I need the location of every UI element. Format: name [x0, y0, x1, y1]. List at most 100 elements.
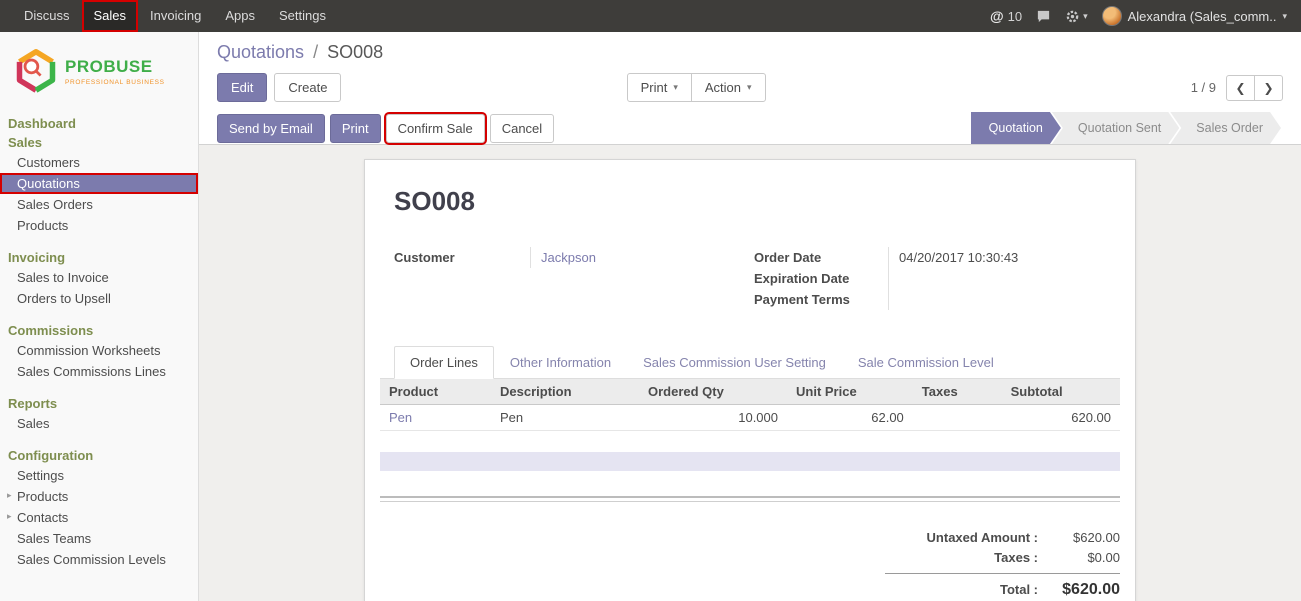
topnav-settings[interactable]: Settings [267, 0, 338, 32]
sidebar-section-commissions[interactable]: Commissions [0, 321, 198, 340]
notebook-tabs: Order Lines Other Information Sales Comm… [380, 346, 1120, 379]
user-menu[interactable]: Alexandra (Sales_comm.. ▾ [1102, 6, 1287, 26]
mention-count: 10 [1008, 9, 1022, 24]
sidebar-item-sales-orders[interactable]: Sales Orders [0, 194, 198, 215]
stage-quotation[interactable]: Quotation [971, 112, 1061, 144]
untaxed-amount-value: $620.00 [1038, 528, 1120, 548]
chevron-down-icon: ▾ [1083, 11, 1088, 22]
cell-product[interactable]: Pen [380, 405, 491, 431]
edit-button[interactable]: Edit [217, 73, 267, 102]
customer-value-link[interactable]: Jackpson [541, 247, 691, 268]
sidebar-section-sales[interactable]: Sales [0, 133, 198, 152]
field-groups: Customer Jackpson Order Date Expiration … [394, 247, 1114, 310]
sidebar-item-sales-teams[interactable]: Sales Teams [0, 528, 198, 549]
tab-sales-commission-user-setting[interactable]: Sales Commission User Setting [627, 346, 842, 379]
cell-ordered-qty: 10.000 [639, 405, 787, 431]
breadcrumb: Quotations / SO008 [217, 42, 1283, 63]
topnav-discuss[interactable]: Discuss [12, 0, 82, 32]
topnav-apps[interactable]: Apps [213, 0, 267, 32]
sidebar-item-reports-sales[interactable]: Sales [0, 413, 198, 434]
gear-icon [1065, 9, 1080, 24]
expiration-date-label: Expiration Date [754, 268, 888, 289]
sidebar-item-label: Contacts [17, 510, 68, 525]
stage-quotation-sent[interactable]: Quotation Sent [1052, 112, 1179, 144]
col-header-taxes: Taxes [913, 379, 1002, 405]
sidebar-item-commission-worksheets[interactable]: Commission Worksheets [0, 340, 198, 361]
statusbar-toolbar: Send by Email Print Confirm Sale Cancel … [199, 112, 1301, 145]
sidebar-section-dashboard[interactable]: Dashboard [0, 114, 198, 133]
user-name: Alexandra (Sales_comm.. [1128, 9, 1277, 24]
topbar-right: @ 10 ▾ Alexandra (Sales_comm.. ▾ [990, 0, 1301, 32]
sidebar-item-sales-to-invoice[interactable]: Sales to Invoice [0, 267, 198, 288]
sidebar-item-sales-commission-levels[interactable]: Sales Commission Levels [0, 549, 198, 570]
activity-menu[interactable]: ▾ [1065, 9, 1088, 24]
expand-arrow-icon: ▸ [7, 490, 12, 501]
field-group-left: Customer Jackpson [394, 247, 754, 310]
cancel-button[interactable]: Cancel [490, 114, 554, 143]
logo-subtitle: PROFESSIONAL BUSINESS [65, 79, 165, 86]
app-logo[interactable]: PROBUSE PROFESSIONAL BUSINESS [0, 32, 198, 114]
payment-terms-value [899, 289, 1049, 310]
order-lines-table: Product Description Ordered Qty Unit Pri… [380, 379, 1120, 431]
total-divider [885, 573, 1120, 574]
cell-taxes [913, 405, 1002, 431]
at-icon: @ [990, 8, 1004, 24]
col-header-product: Product [380, 379, 491, 405]
top-navbar: Discuss Sales Invoicing Apps Settings @ … [0, 0, 1301, 32]
col-header-description: Description [491, 379, 639, 405]
sidebar-item-config-settings[interactable]: Settings [0, 465, 198, 486]
logo-title: PROBUSE [65, 57, 165, 77]
print-button[interactable]: Print [330, 114, 381, 143]
stage-sales-order[interactable]: Sales Order [1170, 112, 1281, 144]
pager-counter: 1 / 9 [1191, 80, 1216, 95]
send-by-email-button[interactable]: Send by Email [217, 114, 325, 143]
table-header-row: Product Description Ordered Qty Unit Pri… [380, 379, 1120, 405]
pager: ❮ ❯ [1226, 75, 1283, 101]
breadcrumb-separator: / [309, 42, 322, 62]
sidebar-item-quotations[interactable]: Quotations [0, 173, 198, 194]
print-dropdown-button[interactable]: Print ▾ [627, 73, 692, 102]
statusbar: Quotation Quotation Sent Sales Order [971, 112, 1281, 144]
pager-previous-button[interactable]: ❮ [1226, 75, 1255, 101]
print-dropdown-label: Print [641, 81, 668, 94]
sidebar-section-invoicing[interactable]: Invoicing [0, 248, 198, 267]
confirm-sale-button[interactable]: Confirm Sale [386, 114, 485, 143]
pager-next-button[interactable]: ❯ [1254, 75, 1283, 101]
customer-label: Customer [394, 247, 530, 268]
sidebar-item-products[interactable]: Products [0, 215, 198, 236]
chevron-down-icon: ▾ [673, 83, 678, 92]
tab-other-information[interactable]: Other Information [494, 346, 627, 379]
sidebar-item-config-contacts[interactable]: ▸ Contacts [0, 507, 198, 528]
field-group-right: Order Date Expiration Date Payment Terms… [754, 247, 1114, 310]
mention-counter[interactable]: @ 10 [990, 8, 1022, 24]
sidebar-section-configuration[interactable]: Configuration [0, 446, 198, 465]
create-button[interactable]: Create [274, 73, 341, 102]
sidebar-section-reports[interactable]: Reports [0, 394, 198, 413]
page-title: SO008 [394, 186, 1120, 217]
topnav-invoicing[interactable]: Invoicing [138, 0, 213, 32]
breadcrumb-current: SO008 [327, 42, 383, 62]
sidebar-item-orders-to-upsell[interactable]: Orders to Upsell [0, 288, 198, 309]
totals-block: Untaxed Amount : $620.00 Taxes : $0.00 T… [885, 528, 1120, 600]
sidebar-item-customers[interactable]: Customers [0, 152, 198, 173]
cell-description: Pen [491, 405, 639, 431]
tab-sale-commission-level[interactable]: Sale Commission Level [842, 346, 1010, 379]
expand-arrow-icon: ▸ [7, 511, 12, 522]
topnav-sales[interactable]: Sales [82, 0, 139, 32]
sidebar-item-config-products[interactable]: ▸ Products [0, 486, 198, 507]
form-view-area: SO008 Customer Jackpson Order Date E [199, 145, 1301, 601]
control-panel: Quotations / SO008 Edit Create Print ▾ A… [199, 32, 1301, 102]
breadcrumb-quotations-link[interactable]: Quotations [217, 42, 304, 62]
total-value: $620.00 [1038, 580, 1120, 600]
sidebar-item-sales-commissions-lines[interactable]: Sales Commissions Lines [0, 361, 198, 382]
col-header-subtotal: Subtotal [1002, 379, 1120, 405]
action-dropdown-button[interactable]: Action ▾ [691, 73, 766, 102]
chevron-down-icon: ▾ [1282, 11, 1287, 22]
main-panel: Quotations / SO008 Edit Create Print ▾ A… [199, 32, 1301, 601]
payment-terms-label: Payment Terms [754, 289, 888, 310]
chat-icon[interactable] [1036, 9, 1051, 24]
taxes-label: Taxes : [994, 548, 1038, 568]
tab-order-lines[interactable]: Order Lines [394, 346, 494, 379]
avatar [1102, 6, 1122, 26]
table-row[interactable]: Pen Pen 10.000 62.00 620.00 [380, 405, 1120, 431]
